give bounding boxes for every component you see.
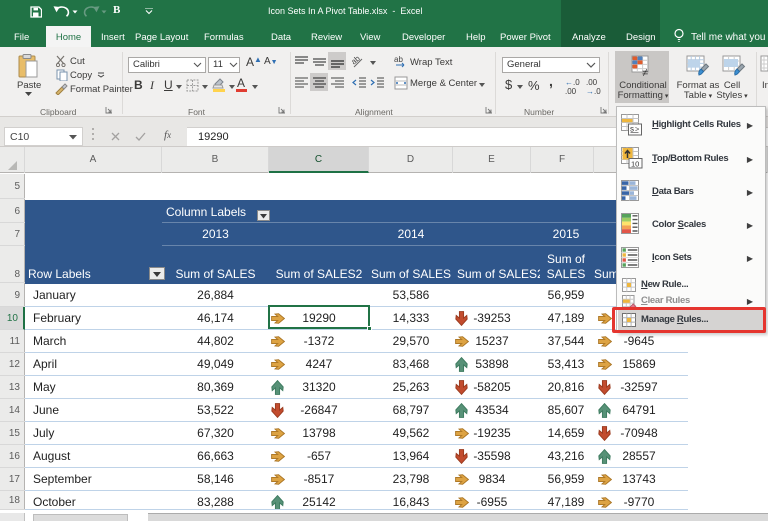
svg-text:ab: ab xyxy=(352,55,362,66)
svg-text:≠: ≠ xyxy=(642,67,648,77)
svg-text:>: > xyxy=(635,125,640,134)
svg-text:10: 10 xyxy=(631,160,639,169)
svg-text:s: s xyxy=(630,125,634,134)
svg-text:ab: ab xyxy=(394,55,403,64)
